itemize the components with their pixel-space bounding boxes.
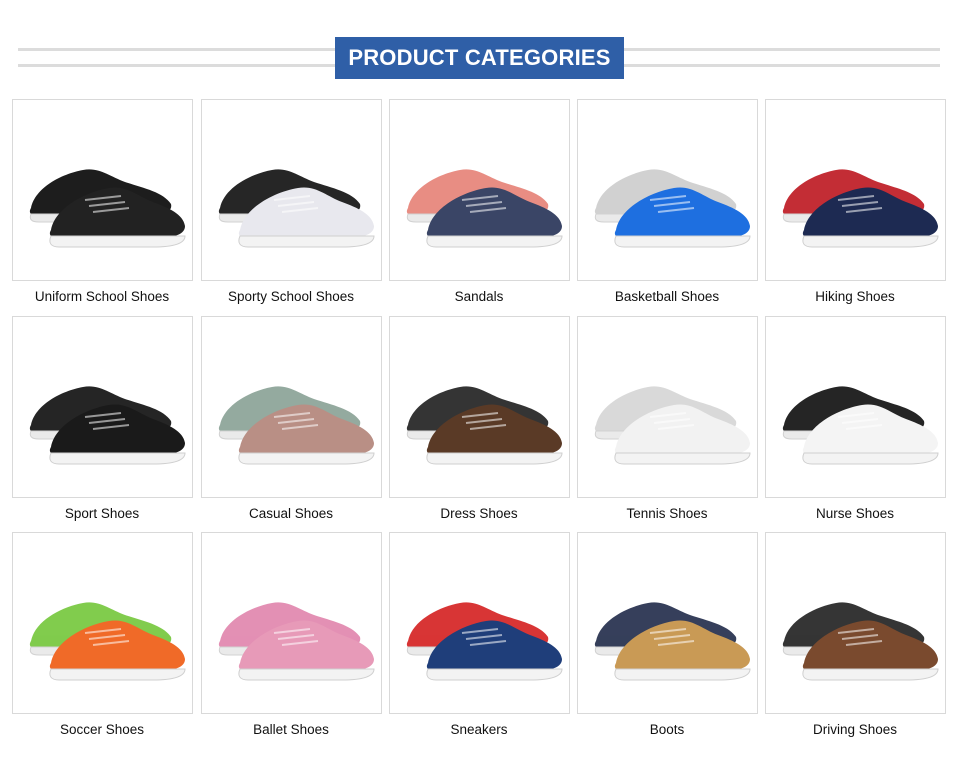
category-label[interactable]: Sporty School Shoes (191, 289, 391, 304)
category-tile-3[interactable] (389, 99, 570, 281)
category-label[interactable]: Sneakers (379, 722, 579, 737)
category-label[interactable]: Soccer Shoes (2, 722, 202, 737)
category-label[interactable]: Dress Shoes (379, 506, 579, 521)
category-tile-9[interactable] (577, 316, 758, 498)
category-tile-1[interactable] (12, 99, 193, 281)
category-tile-12[interactable] (201, 532, 382, 714)
category-label[interactable]: Hiking Shoes (755, 289, 955, 304)
category-label[interactable]: Tennis Shoes (567, 506, 767, 521)
category-tile-2[interactable] (201, 99, 382, 281)
category-tile-13[interactable] (389, 532, 570, 714)
category-tile-5[interactable] (765, 99, 946, 281)
category-grid: Uniform School Shoes Sporty School Shoes… (0, 0, 956, 768)
category-label[interactable]: Boots (567, 722, 767, 737)
category-label[interactable]: Sandals (379, 289, 579, 304)
category-label[interactable]: Casual Shoes (191, 506, 391, 521)
category-label[interactable]: Basketball Shoes (567, 289, 767, 304)
category-label[interactable]: Sport Shoes (2, 506, 202, 521)
category-tile-11[interactable] (12, 532, 193, 714)
category-label[interactable]: Driving Shoes (755, 722, 955, 737)
category-tile-10[interactable] (765, 316, 946, 498)
category-tile-8[interactable] (389, 316, 570, 498)
category-tile-6[interactable] (12, 316, 193, 498)
category-label[interactable]: Uniform School Shoes (2, 289, 202, 304)
category-label[interactable]: Ballet Shoes (191, 722, 391, 737)
category-tile-7[interactable] (201, 316, 382, 498)
category-label[interactable]: Nurse Shoes (755, 506, 955, 521)
category-tile-15[interactable] (765, 532, 946, 714)
category-tile-4[interactable] (577, 99, 758, 281)
category-tile-14[interactable] (577, 532, 758, 714)
